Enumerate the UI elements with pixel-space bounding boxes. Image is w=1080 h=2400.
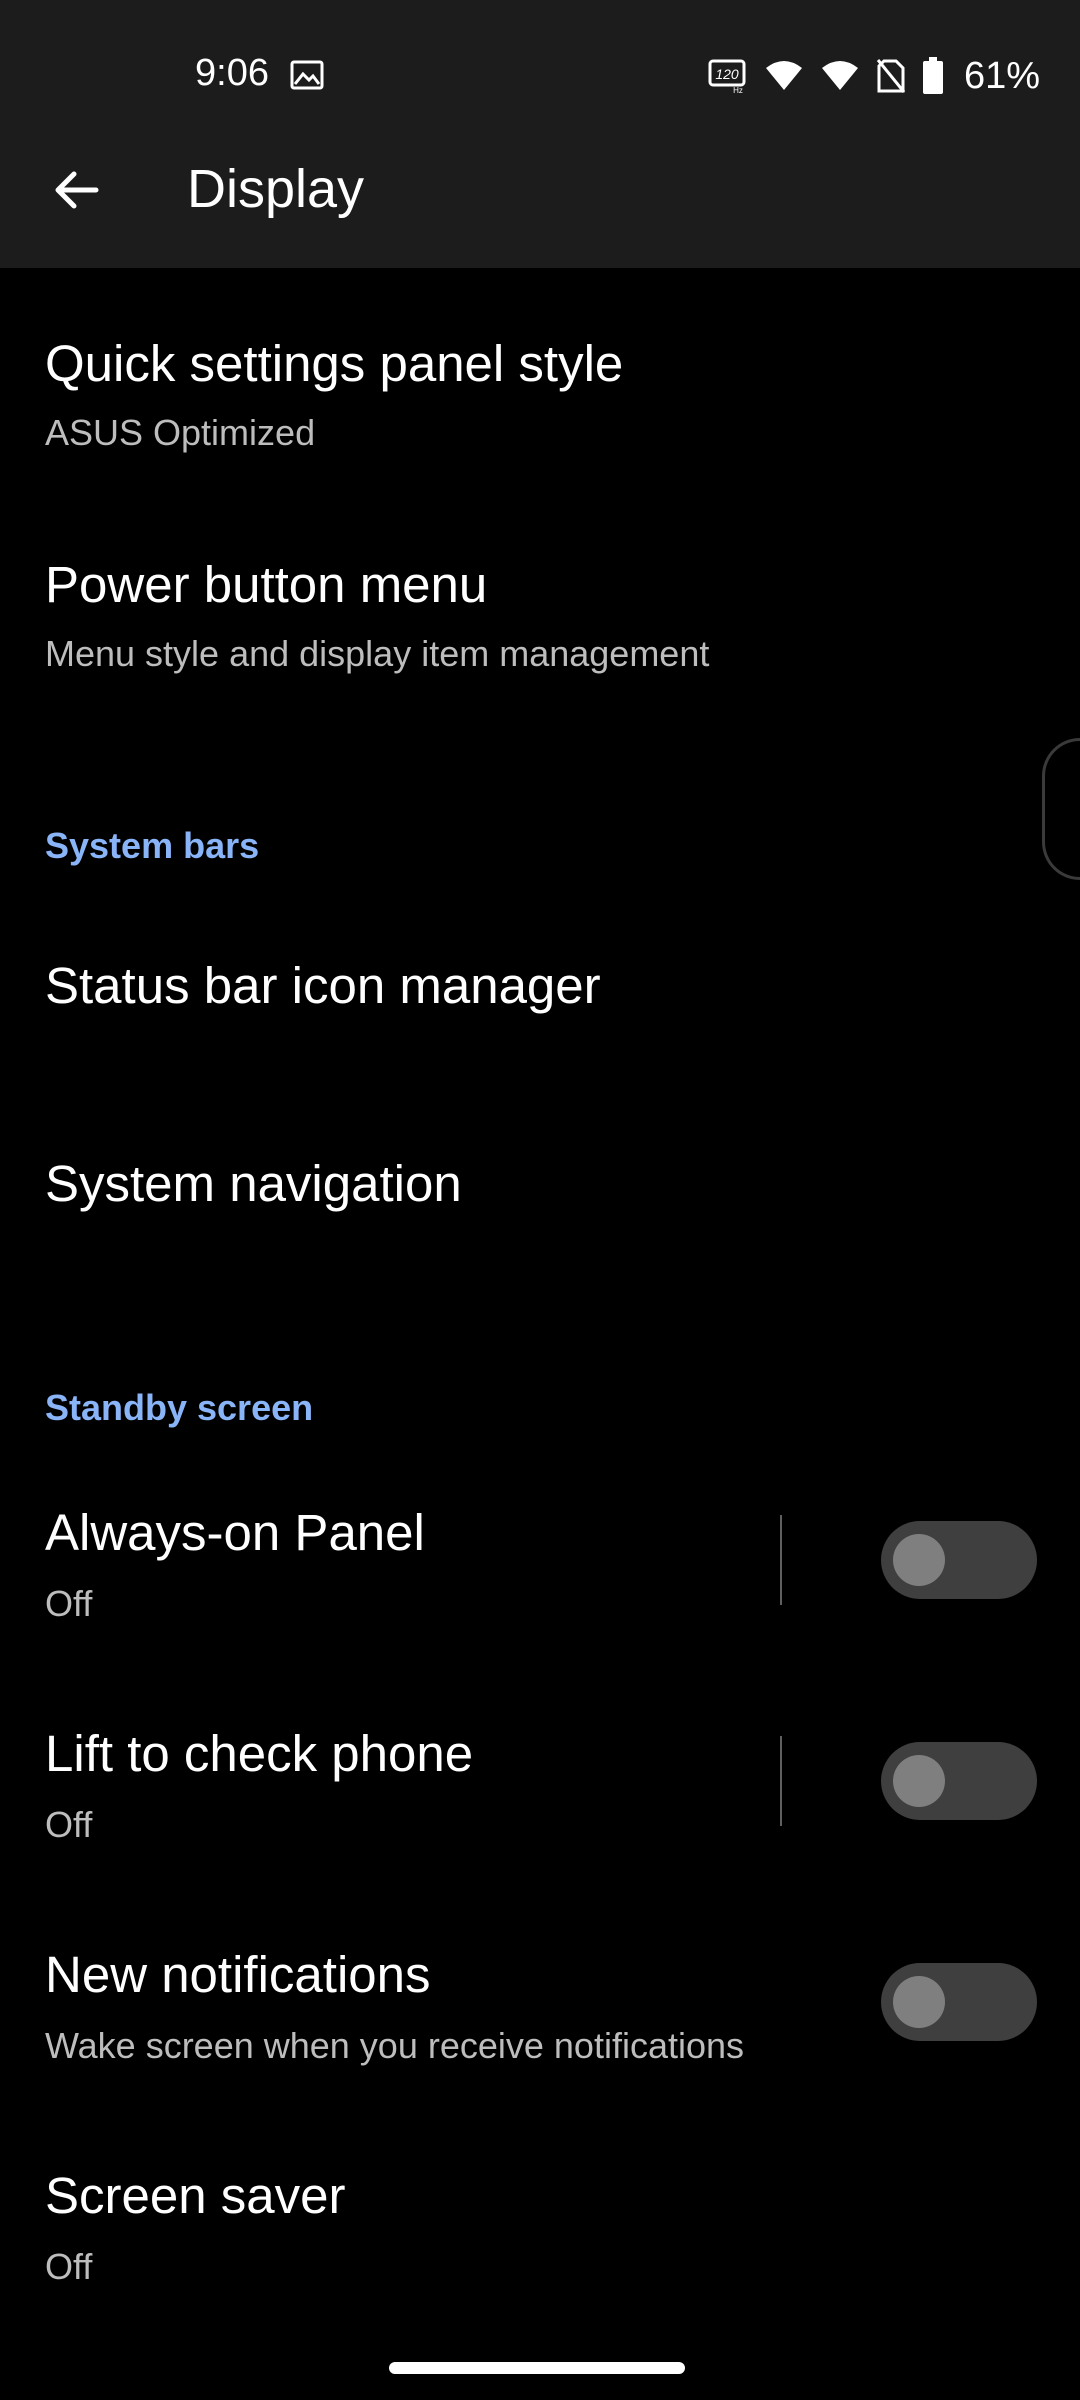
status-time: 9:06 [195, 52, 269, 94]
item-subtitle: Menu style and display item management [45, 633, 710, 674]
page-title: Display [187, 159, 365, 219]
item-subtitle: Wake screen when you receive notificatio… [45, 2025, 745, 2066]
lift-to-check-phone-toggle[interactable] [881, 1742, 1037, 1820]
always-on-panel-toggle[interactable] [881, 1521, 1037, 1599]
item-title: New notifications [45, 1946, 431, 2003]
app-bar [0, 150, 1080, 268]
item-divider [780, 1515, 782, 1605]
refresh-rate-label: 120 [715, 66, 739, 82]
no-sim-icon [876, 59, 906, 93]
back-button[interactable] [36, 150, 116, 230]
status-icons: 120 Hz 61% [708, 54, 1040, 98]
gesture-navigation-handle[interactable] [389, 2362, 685, 2374]
battery-icon [922, 57, 943, 94]
item-divider [780, 1736, 782, 1826]
item-subtitle: Off [45, 2246, 93, 2287]
refresh-rate-icon: 120 Hz [708, 59, 746, 94]
wifi-secondary-icon [821, 61, 858, 90]
section-header-standby-screen: Standby screen [45, 1387, 314, 1428]
item-title: Lift to check phone [45, 1725, 474, 1782]
new-notifications-toggle[interactable] [881, 1963, 1037, 2041]
toggle-knob [893, 1755, 945, 1807]
item-title: Quick settings panel style [45, 335, 624, 392]
item-subtitle: Off [45, 1583, 93, 1624]
item-title: Screen saver [45, 2167, 346, 2224]
toggle-knob [893, 1534, 945, 1586]
item-title: Status bar icon manager [45, 957, 601, 1014]
toggle-knob [893, 1976, 945, 2028]
edge-panel-handle[interactable] [1042, 738, 1080, 880]
svg-text:Hz: Hz [733, 86, 743, 94]
gallery-notification-icon [290, 60, 324, 90]
item-title: Always-on Panel [45, 1504, 425, 1561]
item-title: System navigation [45, 1155, 462, 1212]
item-subtitle: Off [45, 1804, 93, 1845]
arrow-back-icon [55, 171, 99, 209]
item-subtitle: ASUS Optimized [45, 412, 316, 453]
section-header-system-bars: System bars [45, 825, 260, 866]
battery-percentage: 61% [963, 54, 1040, 97]
item-title: Power button menu [45, 556, 488, 613]
wifi-icon [765, 61, 802, 90]
status-bar: 9:06 120 Hz 61% [0, 0, 1080, 150]
